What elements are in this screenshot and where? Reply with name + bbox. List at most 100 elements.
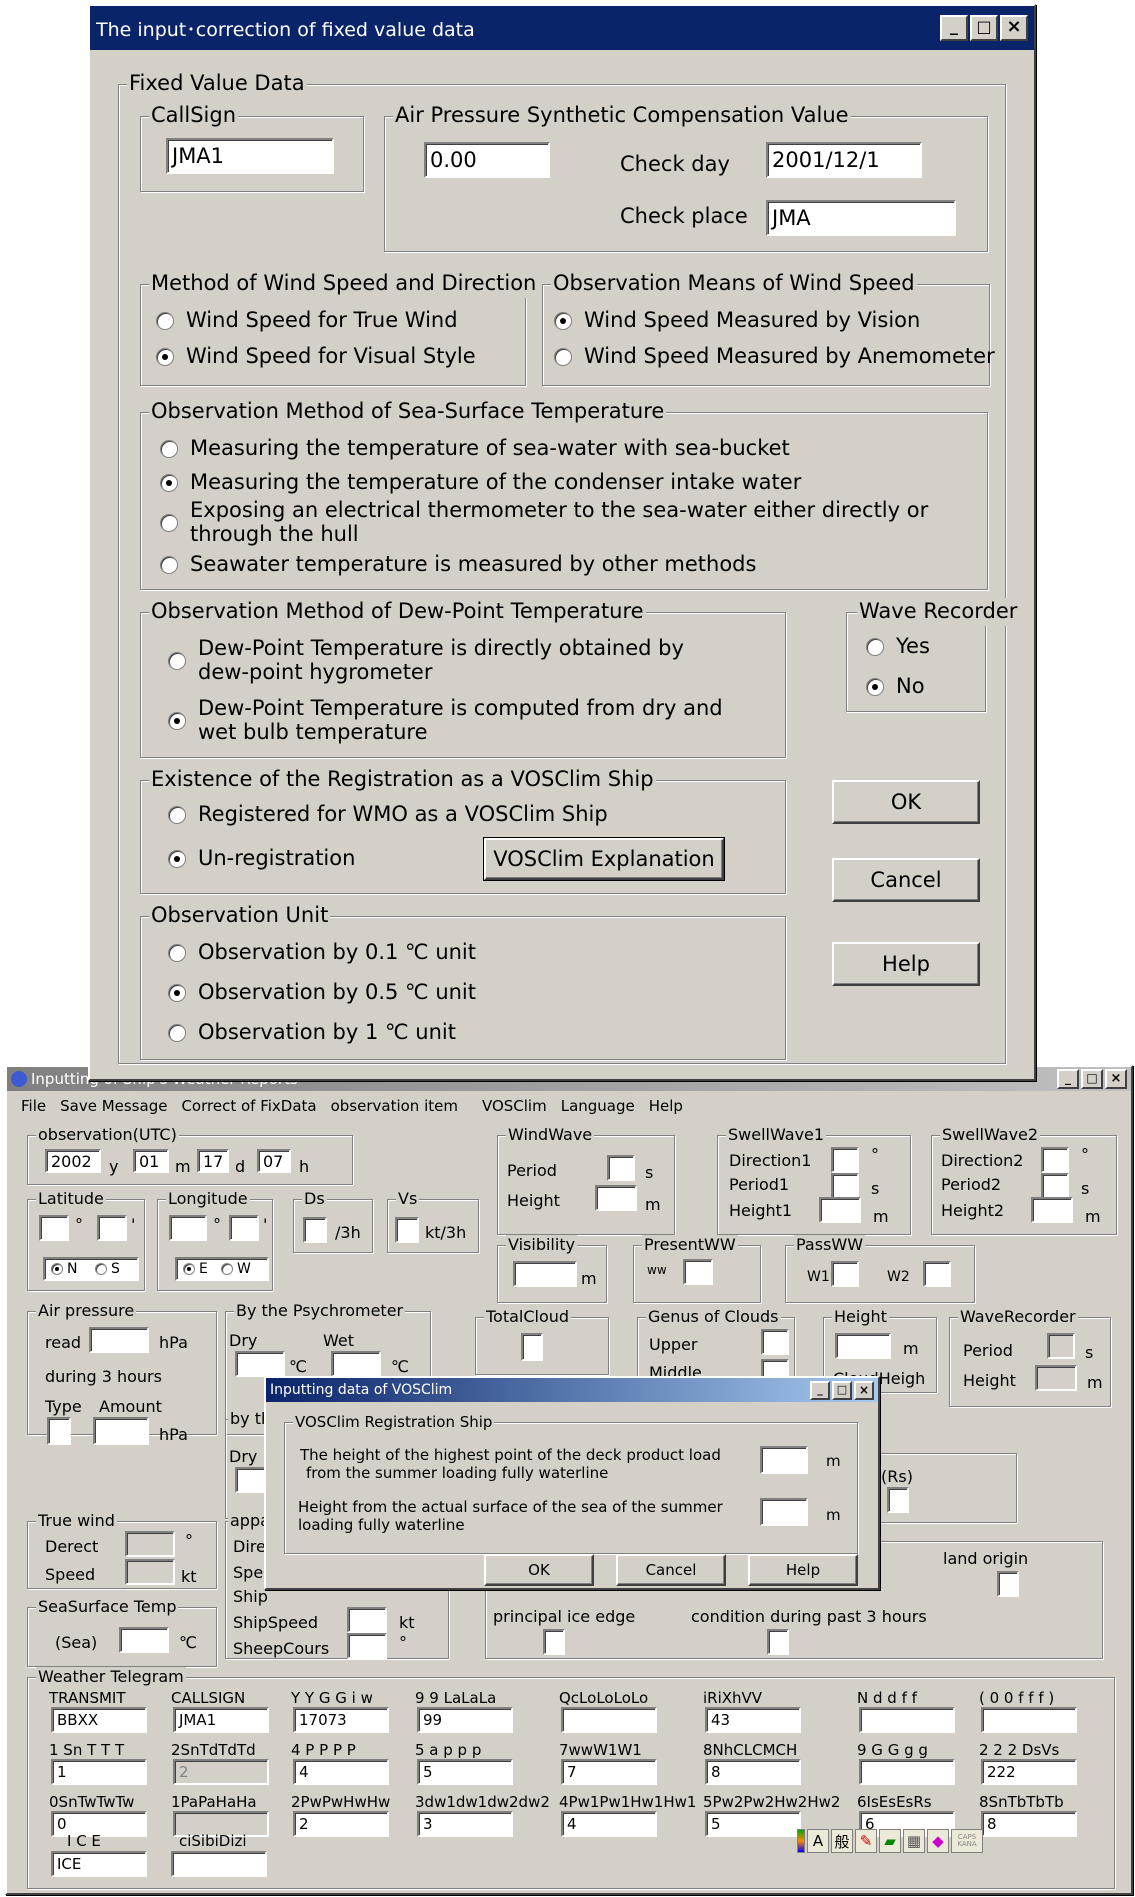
sea-height-input[interactable] xyxy=(760,1498,808,1526)
day-input[interactable]: 17 xyxy=(197,1149,229,1173)
longitude-min-input[interactable] xyxy=(229,1215,259,1241)
unit-05-radio[interactable] xyxy=(168,984,186,1002)
vosclim-titlebar[interactable]: Inputting data of VOSClim _ □ × xyxy=(266,1378,878,1402)
check-day-input[interactable]: 2001/12/1 xyxy=(766,142,922,178)
vos-registered-radio[interactable] xyxy=(168,806,186,824)
ice-input[interactable]: ICE xyxy=(51,1851,147,1877)
ime-pad-icon[interactable]: ✎ xyxy=(855,1829,877,1853)
telegram-field-input[interactable]: 7 xyxy=(561,1759,657,1785)
sst-input[interactable] xyxy=(119,1627,169,1653)
menu-observation-item[interactable]: observation item xyxy=(331,1097,458,1115)
telegram-field-input[interactable]: 5 xyxy=(705,1811,801,1837)
telegram-field-input[interactable]: BBXX xyxy=(51,1707,147,1733)
close-icon[interactable]: × xyxy=(1000,15,1028,41)
truewind-speed-input[interactable] xyxy=(125,1559,175,1585)
longitude-deg-input[interactable] xyxy=(169,1215,207,1241)
totalcloud-input[interactable] xyxy=(521,1333,543,1361)
w2-input[interactable] xyxy=(923,1261,951,1287)
wave-yes-radio[interactable] xyxy=(866,638,884,656)
telegram-field-input[interactable] xyxy=(859,1707,955,1733)
sst-bucket-radio[interactable] xyxy=(160,440,178,458)
minimize-icon[interactable]: _ xyxy=(1057,1069,1079,1089)
minimize-icon[interactable]: _ xyxy=(810,1380,830,1400)
sst-intake-radio[interactable] xyxy=(160,474,178,492)
ime-kanji-icon[interactable]: 般 xyxy=(831,1829,853,1853)
cancel-button[interactable]: Cancel xyxy=(832,858,980,902)
help-button[interactable]: Help xyxy=(832,942,980,986)
ime-settings-icon[interactable]: ▦ xyxy=(903,1829,925,1853)
cloud-height-input[interactable] xyxy=(835,1333,891,1359)
telegram-field-input[interactable]: 4 xyxy=(293,1759,389,1785)
menu-help[interactable]: Help xyxy=(649,1097,683,1115)
pressure-amount-input[interactable] xyxy=(93,1417,149,1445)
wave-no-radio[interactable] xyxy=(866,678,884,696)
shipspeed-input[interactable] xyxy=(347,1607,387,1633)
period2-input[interactable] xyxy=(1041,1173,1069,1199)
year-input[interactable]: 2002 xyxy=(45,1149,101,1173)
windwave-period-input[interactable] xyxy=(607,1155,635,1181)
truewind-direction-input[interactable] xyxy=(125,1531,175,1557)
principal-ice-input[interactable] xyxy=(543,1629,565,1655)
hour-input[interactable]: 07 xyxy=(257,1149,291,1173)
latitude-min-input[interactable] xyxy=(97,1215,127,1241)
telegram-field-input[interactable]: 4 xyxy=(561,1811,657,1837)
ci-input[interactable] xyxy=(171,1851,267,1877)
sst-hull-radio[interactable] xyxy=(160,514,178,532)
maximize-icon[interactable]: □ xyxy=(1081,1069,1103,1089)
height1-input[interactable] xyxy=(819,1197,861,1223)
presentww-input[interactable] xyxy=(683,1259,713,1285)
period1-input[interactable] xyxy=(831,1173,859,1199)
telegram-field-input[interactable] xyxy=(981,1707,1077,1733)
telegram-field-input[interactable] xyxy=(561,1707,657,1733)
menu-correct-fixdata[interactable]: Correct of FixData xyxy=(181,1097,316,1115)
ime-help-icon[interactable]: ◆ xyxy=(927,1829,949,1853)
menu-file[interactable]: File xyxy=(21,1097,46,1115)
fixed-value-titlebar[interactable]: The input･correction of fixed value data… xyxy=(90,6,1034,50)
ds-input[interactable] xyxy=(303,1217,327,1243)
direction1-input[interactable] xyxy=(831,1147,859,1173)
waverecorder-height-input[interactable] xyxy=(1035,1365,1077,1391)
dew-direct-radio[interactable] xyxy=(168,652,186,670)
vs-input[interactable] xyxy=(395,1217,419,1243)
east-radio[interactable] xyxy=(183,1263,195,1275)
means-vision-radio[interactable] xyxy=(554,312,572,330)
windwave-height-input[interactable] xyxy=(595,1185,637,1211)
ok-button[interactable]: OK xyxy=(832,780,980,824)
minimize-icon[interactable]: _ xyxy=(940,15,968,41)
telegram-field-input[interactable]: 8 xyxy=(705,1759,801,1785)
maximize-icon[interactable]: □ xyxy=(970,15,998,41)
height2-input[interactable] xyxy=(1031,1197,1073,1223)
latitude-deg-input[interactable] xyxy=(39,1215,69,1241)
dry-bulb-input[interactable] xyxy=(235,1351,285,1377)
pressure-type-input[interactable] xyxy=(47,1417,71,1445)
shipcourse-input[interactable] xyxy=(347,1633,387,1659)
air-pressure-compensation-input[interactable]: 0.00 xyxy=(424,142,550,178)
check-place-input[interactable]: JMA xyxy=(766,200,956,236)
telegram-field-input[interactable]: 8 xyxy=(981,1811,1077,1837)
condition-input[interactable] xyxy=(767,1629,789,1655)
sst-other-radio[interactable] xyxy=(160,556,178,574)
month-input[interactable]: 01 xyxy=(133,1149,169,1173)
ime-dictionary-icon[interactable]: ▰ xyxy=(879,1829,901,1853)
maximize-icon[interactable]: □ xyxy=(832,1380,852,1400)
ime-mode-icon[interactable]: A xyxy=(807,1829,829,1853)
pressure-read-input[interactable] xyxy=(89,1327,149,1353)
menu-language[interactable]: Language xyxy=(561,1097,635,1115)
vosclim-cancel-button[interactable]: Cancel xyxy=(616,1554,726,1586)
dew-computed-radio[interactable] xyxy=(168,712,186,730)
ime-handle-icon[interactable] xyxy=(797,1829,805,1853)
south-radio[interactable] xyxy=(95,1263,107,1275)
w1-input[interactable] xyxy=(831,1261,859,1287)
direction2-input[interactable] xyxy=(1041,1147,1069,1173)
telegram-field-input[interactable]: 3 xyxy=(417,1811,513,1837)
telegram-field-input[interactable]: 2 xyxy=(173,1759,269,1785)
waverecorder-period-input[interactable] xyxy=(1047,1333,1075,1359)
means-anemometer-radio[interactable] xyxy=(554,348,572,366)
telegram-field-input[interactable]: 2 xyxy=(293,1811,389,1837)
callsign-input[interactable]: JMA1 xyxy=(166,138,334,174)
telegram-field-input[interactable]: 43 xyxy=(705,1707,801,1733)
telegram-field-input[interactable]: 5 xyxy=(417,1759,513,1785)
visibility-input[interactable] xyxy=(513,1261,577,1287)
close-icon[interactable]: × xyxy=(854,1380,874,1400)
wind-visual-radio[interactable] xyxy=(156,348,174,366)
